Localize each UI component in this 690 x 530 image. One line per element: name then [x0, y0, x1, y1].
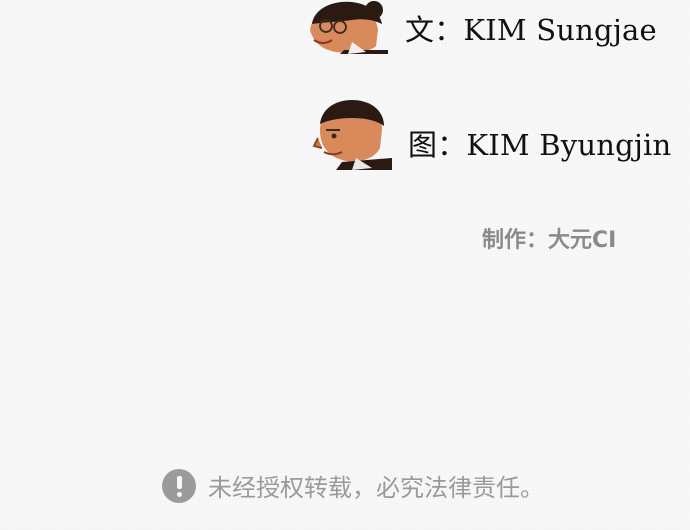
writer-credit-text: 文：KIM Sungjae	[405, 13, 657, 47]
producer-credit: 制作：大元CI	[482, 228, 617, 253]
artist-credit-text: 图：KIM Byungjin	[408, 128, 672, 162]
writer-portrait-icon	[310, 1, 388, 54]
paper-texture	[0, 0, 690, 530]
copyright-notice-text: 未经授权转载，必究法律责任。	[208, 474, 544, 502]
copyright-notice: 未经授权转载，必究法律责任。	[162, 468, 544, 503]
artist-portrait-icon	[312, 100, 392, 170]
exclamation-circle-icon	[162, 468, 196, 503]
